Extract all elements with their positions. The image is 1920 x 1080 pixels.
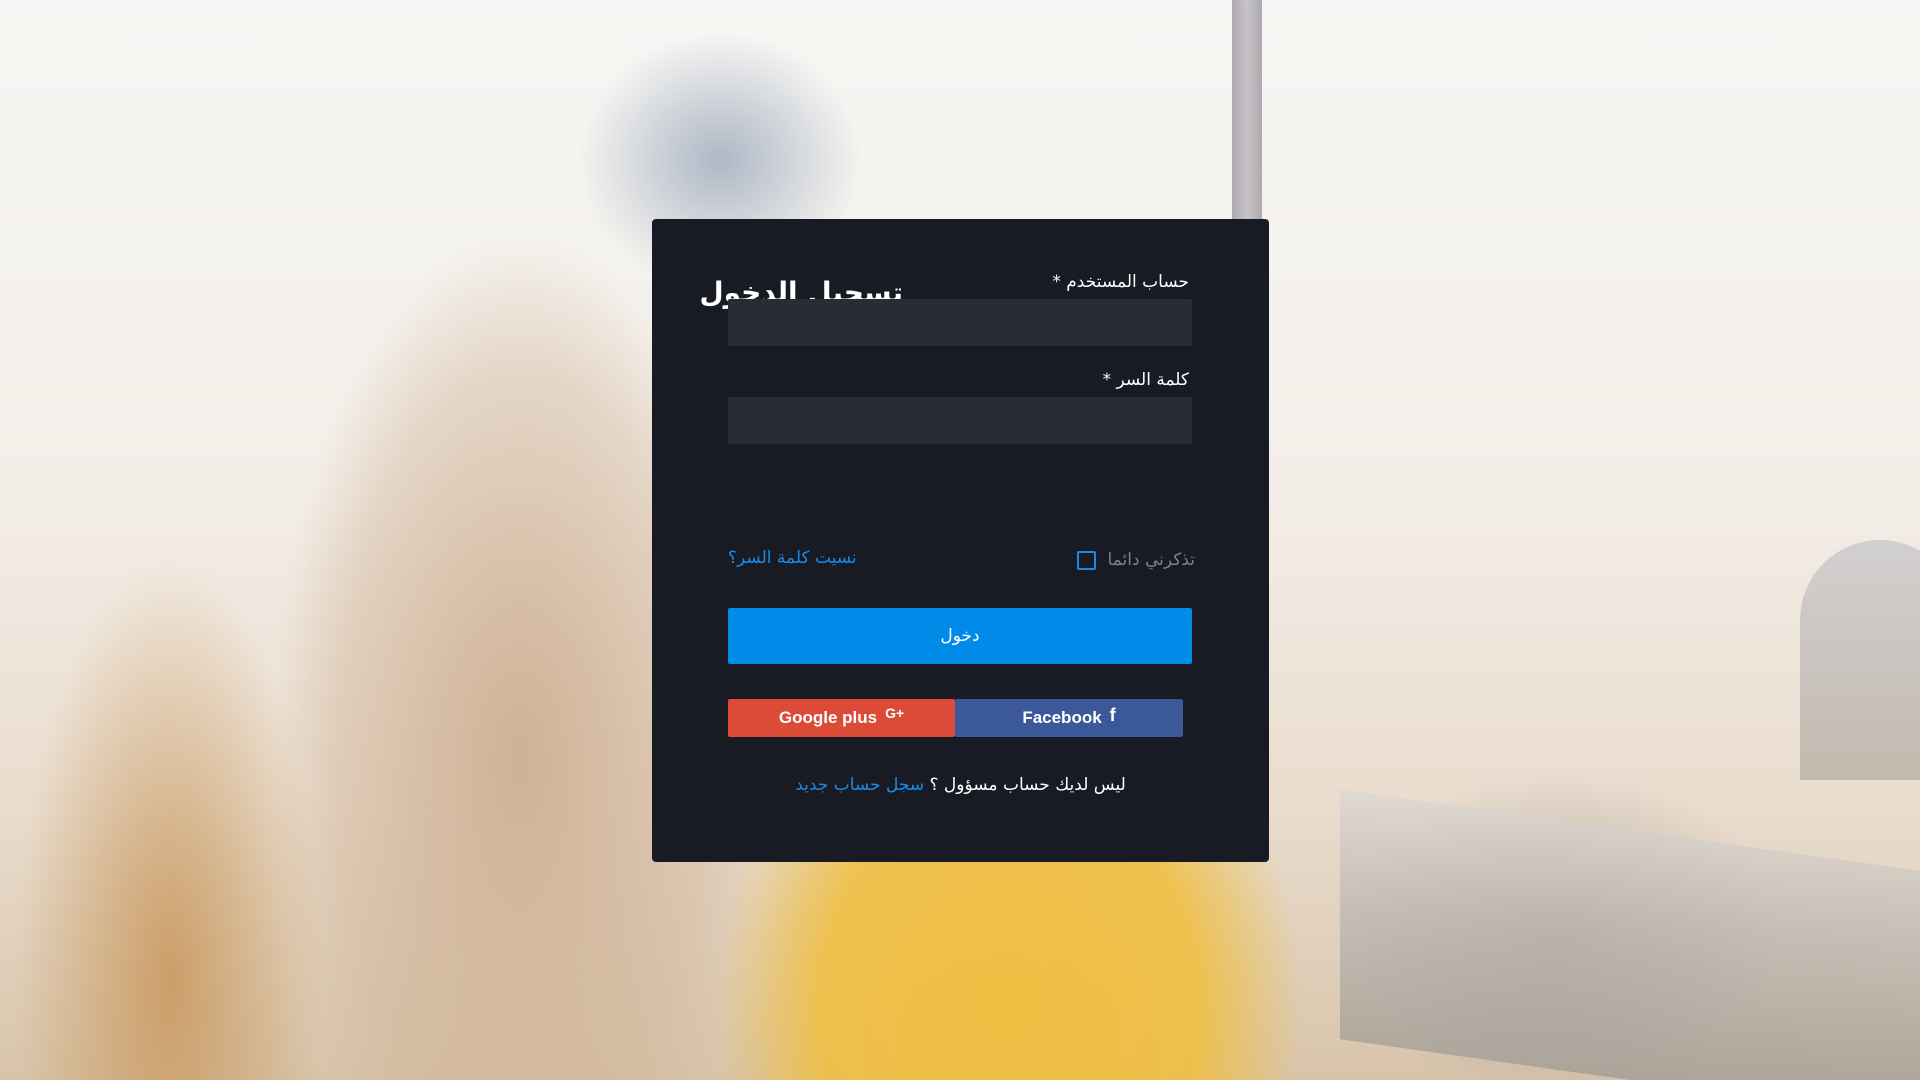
remember-me[interactable]: تذكرني دائما <box>1076 550 1195 570</box>
forgot-password-link[interactable]: نسيت كلمة السر؟ <box>728 548 857 568</box>
login-button[interactable]: دخول <box>728 608 1192 664</box>
facebook-button[interactable]: Facebook f <box>955 699 1183 737</box>
required-mark: * <box>1052 272 1061 292</box>
remember-me-label: تذكرني دائما <box>1107 550 1195 570</box>
facebook-label: Facebook <box>1022 708 1102 727</box>
background-dome <box>1800 540 1920 780</box>
username-field[interactable] <box>728 299 1192 346</box>
background-railing <box>1340 789 1920 1080</box>
password-field[interactable] <box>728 397 1192 444</box>
required-mark: * <box>1102 370 1112 390</box>
remember-me-checkbox[interactable] <box>1076 550 1096 570</box>
google-plus-button[interactable]: Google plus G+ <box>728 699 955 737</box>
password-label-text: كلمة السر <box>1116 370 1189 390</box>
google-plus-icon: G+ <box>885 705 905 721</box>
username-label-text: حساب المستخدم <box>1066 272 1189 292</box>
register-link[interactable]: سجل حساب جديد <box>795 775 924 795</box>
register-prompt: ليس لديك حساب مسؤول ؟ سجل حساب جديد <box>652 775 1269 795</box>
login-card: تسجيل الدخول حساب المستخدم * كلمة السر *… <box>652 219 1269 862</box>
google-plus-label: Google plus <box>778 708 878 727</box>
password-label: كلمة السر * <box>1103 370 1189 390</box>
no-account-text: ليس لديك حساب مسؤول ؟ <box>929 775 1126 795</box>
username-label: حساب المستخدم * <box>1052 272 1189 292</box>
facebook-icon: f <box>1109 704 1116 725</box>
